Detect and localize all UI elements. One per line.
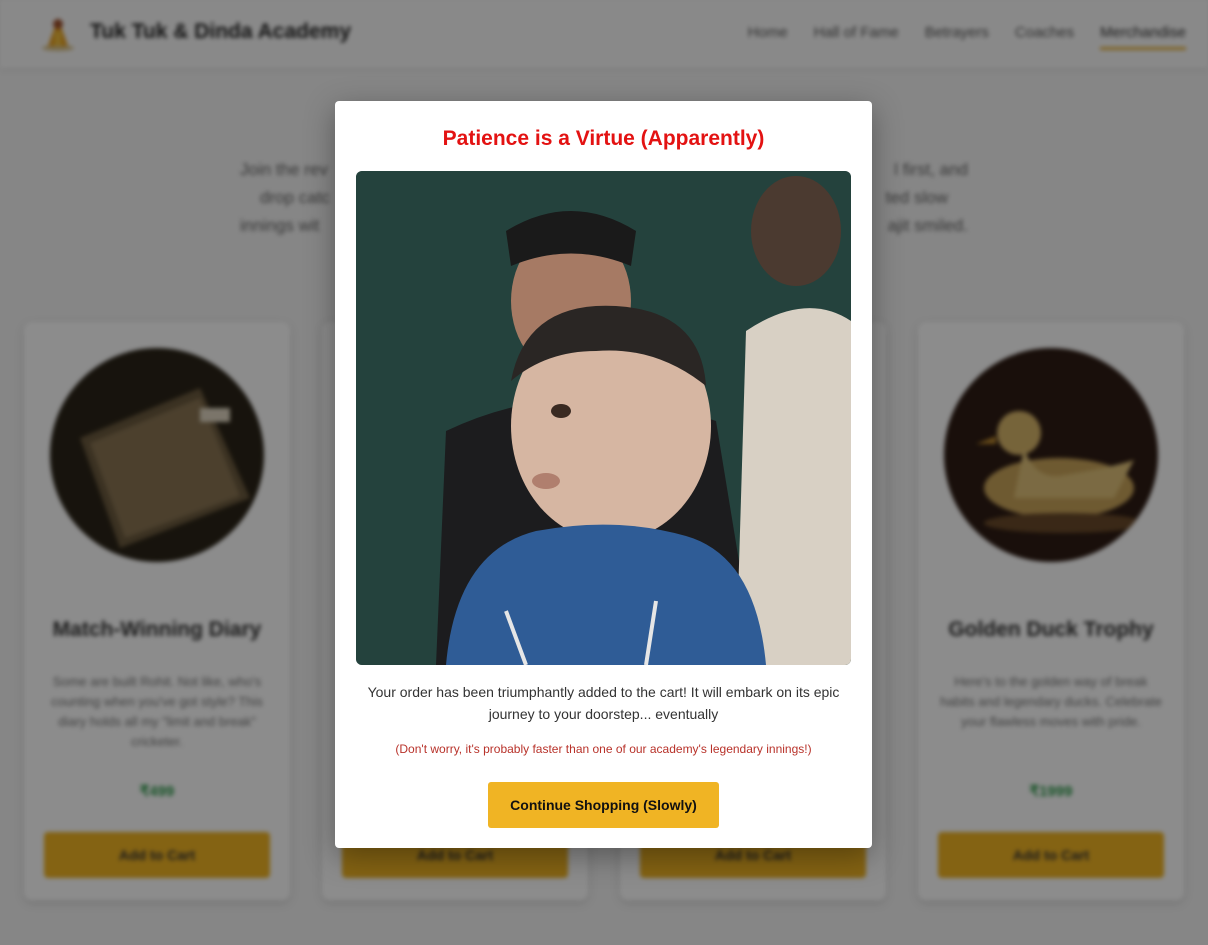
reaction-gif-image (356, 171, 851, 665)
continue-shopping-button[interactable]: Continue Shopping (Slowly) (488, 782, 719, 828)
modal-note: (Don't worry, it's probably faster than … (395, 742, 812, 756)
modal-message: Your order has been triumphantly added t… (367, 684, 840, 722)
modal-title: Patience is a Virtue (Apparently) (442, 127, 765, 150)
order-confirmation-modal: Patience is a Virtue (Apparently) Your o… (335, 101, 872, 848)
